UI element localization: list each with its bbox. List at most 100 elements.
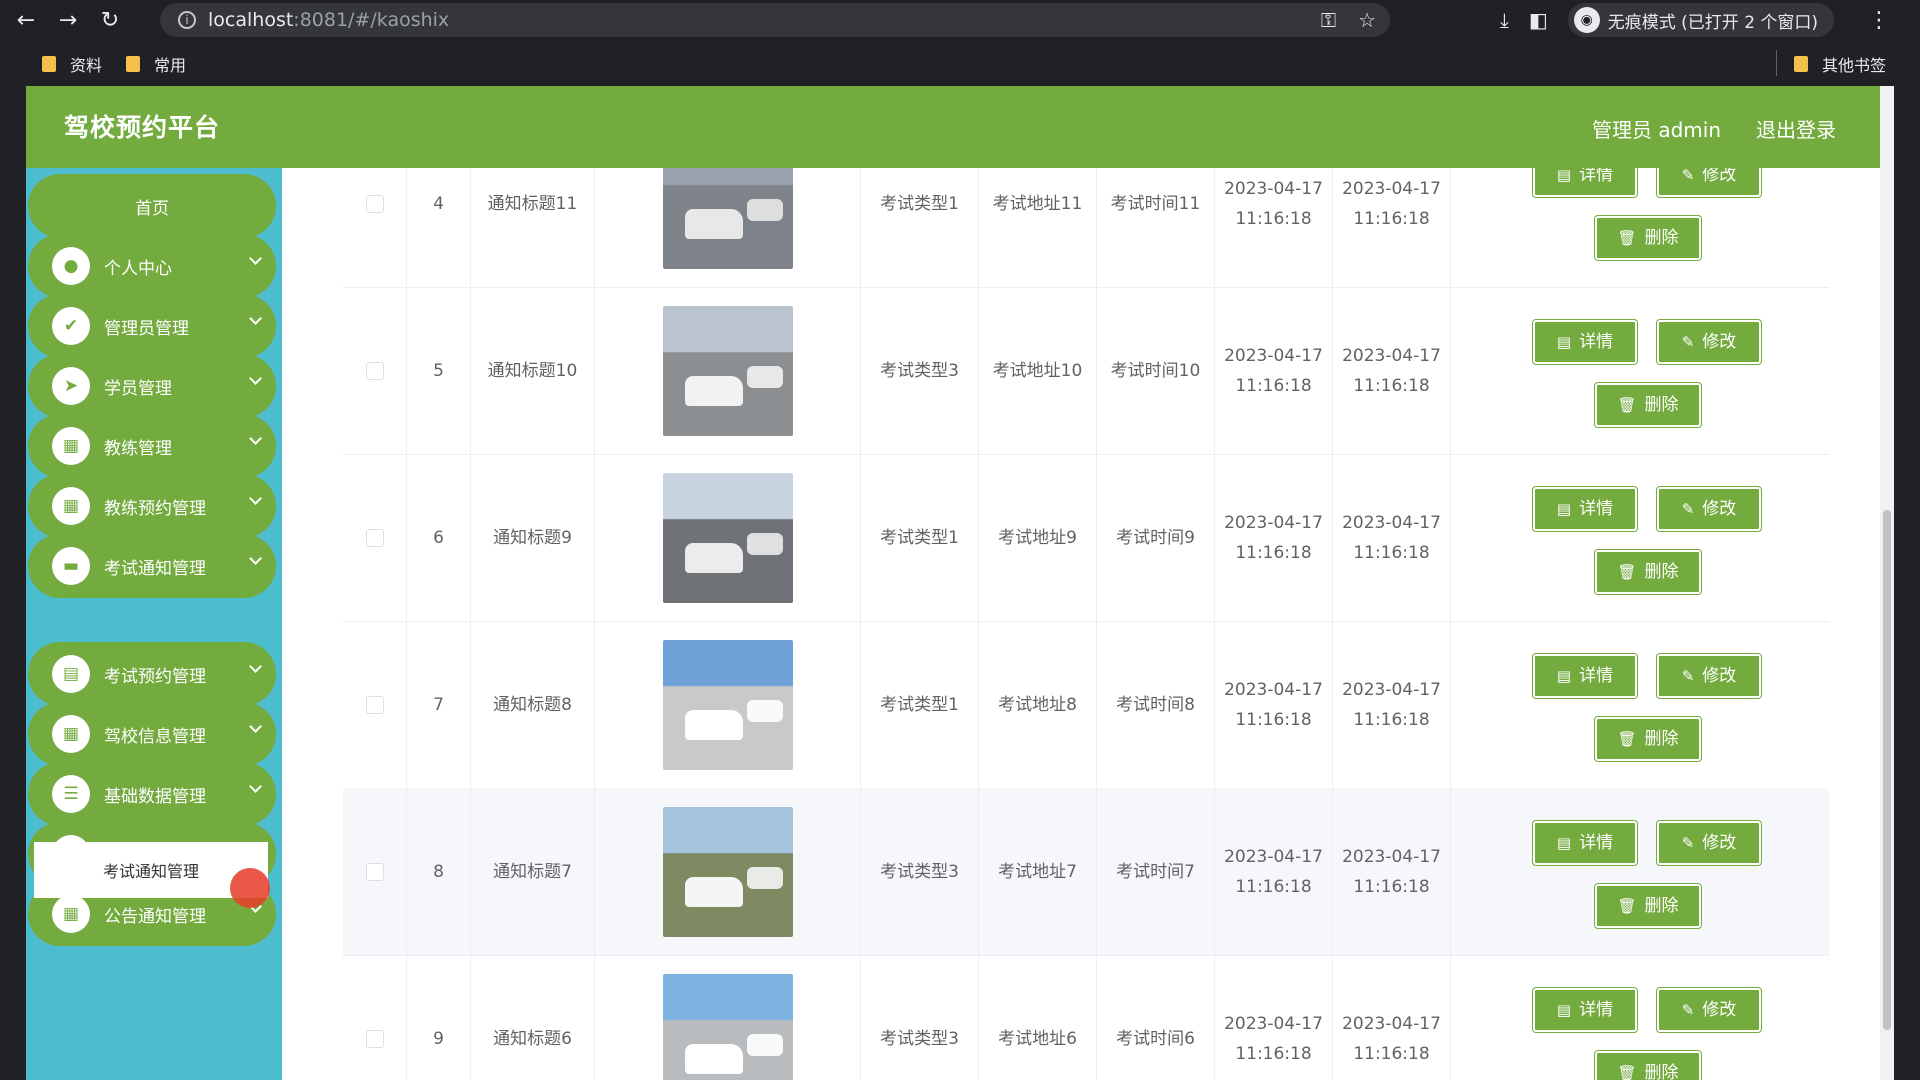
row-checkbox[interactable] (365, 1030, 384, 1048)
delete-button[interactable]: 🗑 删除 (1595, 1051, 1701, 1080)
actions-cell: ▤ 详情 ✎ 修改 🗑 删除 (1451, 168, 1829, 288)
forward-icon[interactable]: → (52, 4, 84, 36)
exam-time-cell: 考试时间10 (1097, 287, 1215, 455)
created-date-cell: 2023-04-17 11:16:18 (1215, 287, 1333, 455)
delete-button[interactable]: 🗑 删除 (1595, 884, 1701, 928)
detail-button[interactable]: ▤ 详情 (1533, 320, 1637, 364)
notice-title: 通知标题7 (493, 862, 572, 882)
edit-button[interactable]: ✎ 修改 (1657, 821, 1761, 865)
created-date-cell: 2023-04-17 11:16:18 (1215, 621, 1333, 789)
bookmark-folder[interactable]: 常用 (126, 52, 186, 76)
table-row: 9 通知标题6 考试类型3 考试地址6 考试时间6 2023-04-17 11:16:18… (343, 955, 1829, 1080)
delete-button[interactable]: 🗑 删除 (1595, 216, 1701, 260)
sidebar-item[interactable]: ▦ 教练预约管理 (28, 474, 276, 538)
edit-label: 修改 (1702, 499, 1737, 519)
url-path: :8081/#/kaoshix (293, 9, 450, 31)
updated-date: 2023-04-17 11:16:18 (1342, 346, 1441, 396)
incognito-badge[interactable]: ◉ 无痕模式 (已打开 2 个窗口) (1567, 3, 1835, 37)
sidebar-item[interactable]: ☰ 基础数据管理 (28, 762, 276, 826)
table-row: 5 通知标题10 考试类型3 考试地址10 考试时间10 2023-04-17 11:16… (343, 287, 1829, 455)
sidebar-item[interactable]: ● 个人中心 (28, 234, 276, 298)
created-date-cell: 2023-04-17 11:16:18 (1215, 168, 1333, 288)
edit-button[interactable]: ✎ 修改 (1657, 487, 1761, 531)
back-icon[interactable]: ← (10, 4, 42, 36)
table-row: 6 通知标题9 考试类型1 考试地址9 考试时间9 2023-04-17 11:16:18… (343, 454, 1829, 622)
other-bookmarks[interactable]: 其他书签 (1794, 52, 1886, 76)
menu-kebab-icon[interactable]: ⋮ (1868, 8, 1890, 33)
row-checkbox[interactable] (365, 195, 384, 213)
sidebar-item-label: 考试预约管理 (104, 666, 206, 687)
edit-button[interactable]: ✎ 修改 (1657, 168, 1761, 197)
page-scrollbar[interactable] (1880, 86, 1894, 1080)
row-index: 6 (407, 454, 471, 622)
delete-label: 删除 (1644, 896, 1679, 916)
edit-button[interactable]: ✎ 修改 (1657, 654, 1761, 698)
updated-date: 2023-04-17 11:16:18 (1342, 179, 1441, 229)
notice-title: 通知标题10 (487, 361, 578, 381)
sidebar-item[interactable]: ▦ 教练管理 (28, 414, 276, 478)
edit-button[interactable]: ✎ 修改 (1657, 988, 1761, 1032)
detail-button[interactable]: ▤ 详情 (1533, 821, 1637, 865)
sidebar-item[interactable]: ➤ 学员管理 (28, 354, 276, 418)
exam-time-cell: 考试时间8 (1097, 621, 1215, 789)
key-icon[interactable]: ⚿ (1321, 8, 1336, 32)
sidepanel-icon[interactable]: ◧ (1529, 8, 1548, 32)
photo-cell (595, 955, 861, 1080)
star-icon[interactable]: ☆ (1358, 8, 1376, 32)
briefcase-icon: ▬ (52, 547, 90, 585)
download-icon[interactable]: ⤓ (1500, 8, 1509, 32)
pencil-icon: ✎ (1681, 1001, 1695, 1019)
created-date: 2023-04-17 11:16:18 (1224, 179, 1323, 229)
created-date: 2023-04-17 11:16:18 (1224, 1014, 1323, 1064)
table-row: 4 通知标题11 考试类型1 考试地址11 考试时间11 2023-04-17 11:16… (343, 168, 1829, 288)
detail-button[interactable]: ▤ 详情 (1533, 168, 1637, 197)
delete-button[interactable]: 🗑 删除 (1595, 550, 1701, 594)
actions-cell: ▤ 详情 ✎ 修改 🗑 删除 (1451, 621, 1829, 789)
row-checkbox[interactable] (365, 362, 384, 380)
bookmark-folder[interactable]: 资料 (42, 52, 102, 76)
scrollbar-thumb[interactable] (1883, 510, 1891, 1030)
row-checkbox[interactable] (365, 696, 384, 714)
sidebar-item[interactable]: ✔ 管理员管理 (28, 294, 276, 358)
paper-plane-icon: ➤ (52, 367, 90, 405)
exam-address-cell: 考试地址8 (979, 621, 1097, 789)
exam-photo (662, 807, 793, 937)
exam-photo (662, 168, 793, 269)
updated-date-cell: 2023-04-17 11:16:18 (1333, 788, 1451, 956)
exam-photo (662, 640, 793, 770)
grid-icon: ▦ (52, 895, 90, 933)
detail-button[interactable]: ▤ 详情 (1533, 988, 1637, 1032)
exam-time-cell: 考试时间9 (1097, 454, 1215, 622)
row-index: 7 (407, 621, 471, 789)
logout-link[interactable]: 退出登录 (1756, 114, 1836, 143)
edit-label: 修改 (1702, 168, 1737, 185)
delete-label: 删除 (1644, 395, 1679, 415)
detail-button[interactable]: ▤ 详情 (1533, 654, 1637, 698)
exam-address-cell: 考试地址11 (979, 168, 1097, 288)
bookmark-label: 资料 (70, 56, 103, 75)
sidebar-item[interactable]: ▬ 考试通知管理 (28, 534, 276, 598)
sidebar-item[interactable]: ▤ 考试预约管理 (28, 642, 276, 706)
row-checkbox[interactable] (365, 863, 384, 881)
delete-button[interactable]: 🗑 删除 (1595, 717, 1701, 761)
delete-button[interactable]: 🗑 删除 (1595, 383, 1701, 427)
document-icon: ▤ (1556, 1001, 1572, 1019)
exam-time: 考试时间10 (1110, 361, 1201, 381)
sidebar-item-label: 个人中心 (104, 258, 172, 279)
detail-button[interactable]: ▤ 详情 (1533, 487, 1637, 531)
chevron-down-icon (249, 780, 262, 793)
trash-icon: 🗑 (1617, 396, 1637, 414)
trash-icon: 🗑 (1617, 897, 1637, 915)
reload-icon[interactable]: ↻ (94, 4, 126, 36)
address-bar[interactable]: i localhost:8081/#/kaoshix ⚿ ☆ (160, 3, 1390, 37)
sidebar-item-home[interactable]: 首页 (28, 174, 276, 238)
site-info-icon[interactable]: i (178, 11, 196, 29)
exam-address-cell: 考试地址10 (979, 287, 1097, 455)
created-date: 2023-04-17 11:16:18 (1224, 346, 1323, 396)
row-select-cell (343, 621, 407, 789)
sidebar-item[interactable]: ▦ 驾校信息管理 (28, 702, 276, 766)
edit-button[interactable]: ✎ 修改 (1657, 320, 1761, 364)
exam-photo (662, 306, 793, 436)
row-checkbox[interactable] (365, 529, 384, 547)
notice-title: 通知标题8 (493, 695, 572, 715)
